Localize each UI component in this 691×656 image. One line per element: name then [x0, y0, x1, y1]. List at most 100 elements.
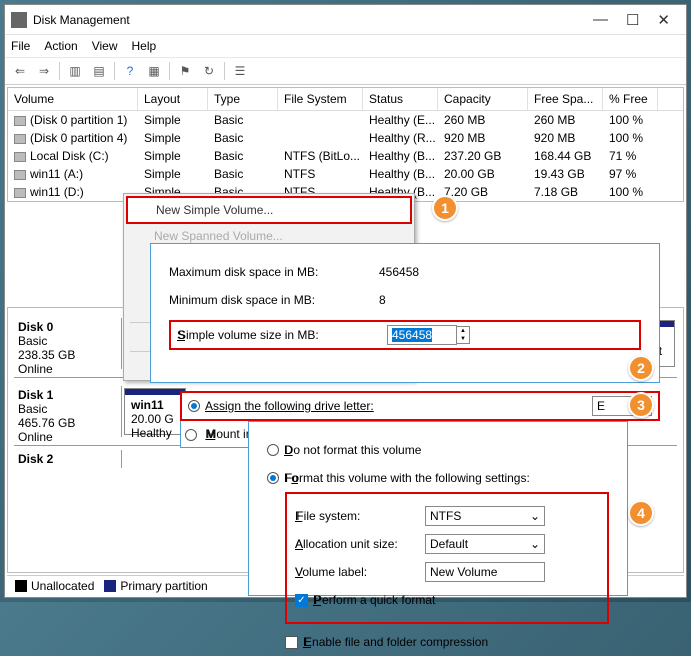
app-icon — [11, 12, 27, 28]
menu-new-simple-volume[interactable]: New Simple Volume... — [126, 196, 412, 224]
menu-help[interactable]: Help — [132, 39, 157, 53]
volume-size-stepper[interactable]: ▲▼ — [456, 326, 470, 344]
disk-name: Disk 0 — [18, 320, 117, 334]
volume-size-input[interactable]: 456458 — [392, 328, 432, 342]
disk-size: 238.35 GB — [18, 348, 117, 362]
volume-size-label: SSimple volume size in MB: — [177, 328, 387, 342]
cell-fs — [278, 119, 363, 121]
view-top-icon[interactable]: ▥ — [64, 60, 86, 82]
cell-fs — [278, 137, 363, 139]
disk-state: Online — [18, 362, 117, 376]
quick-format-label: PPerform a quick format — [313, 593, 435, 607]
settings-icon[interactable]: ▦ — [143, 60, 165, 82]
partition-status: Healthy — [131, 426, 179, 440]
titlebar: Disk Management — ☐ ✕ — [5, 5, 686, 35]
volume-label-input[interactable]: New Volume — [425, 562, 545, 582]
chevron-down-icon[interactable]: ▼ — [457, 335, 469, 343]
legend-primary: Primary partition — [120, 579, 207, 593]
cell-status: Healthy (B... — [363, 166, 438, 182]
do-not-format-radio[interactable] — [267, 444, 279, 456]
volume-icon — [14, 152, 26, 162]
disk-type: Basic — [18, 402, 117, 416]
legend-unallocated-swatch — [15, 580, 27, 592]
step-badge-4: 4 — [628, 500, 654, 526]
forward-button[interactable]: ⇒ — [33, 60, 55, 82]
partition-label: win11 — [131, 398, 179, 412]
cell-pct: 100 % — [603, 112, 658, 128]
cell-free: 7.18 GB — [528, 184, 603, 200]
disk-size: 465.76 GB — [18, 416, 117, 430]
cell-layout: Simple — [138, 112, 208, 128]
cell-vol: win11 (A:) — [8, 166, 138, 182]
menu-file[interactable]: File — [11, 39, 30, 53]
cell-cap: 237.20 GB — [438, 148, 528, 164]
volume-icon — [14, 116, 26, 126]
cell-pct: 97 % — [603, 166, 658, 182]
col-free[interactable]: Free Spa... — [528, 88, 603, 110]
mount-radio[interactable] — [185, 429, 197, 441]
compression-label: EEnable file and folder compression — [303, 635, 488, 649]
volume-icon — [14, 188, 26, 198]
toolbar: ⇐ ⇒ ▥ ▤ ? ▦ ⚑ ↻ ☰ — [5, 57, 686, 85]
menu-action[interactable]: Action — [44, 39, 77, 53]
do-not-format-label: DDo not format this volume — [284, 443, 421, 457]
minimize-button[interactable]: — — [593, 11, 608, 29]
cell-cap: 920 MB — [438, 130, 528, 146]
list-icon[interactable]: ☰ — [229, 60, 251, 82]
cell-pct: 100 % — [603, 130, 658, 146]
cell-free: 260 MB — [528, 112, 603, 128]
volume-label-label: VVolume label: — [295, 565, 425, 579]
cell-fs: NTFS (BitLo... — [278, 148, 363, 164]
close-button[interactable]: ✕ — [657, 11, 670, 29]
disk-name: Disk 2 — [18, 452, 117, 466]
allocation-dropdown[interactable]: Default⌄ — [425, 534, 545, 554]
back-button[interactable]: ⇐ — [9, 60, 31, 82]
min-disk-label: Minimum disk space in MB: — [169, 293, 379, 307]
col-volume[interactable]: Volume — [8, 88, 138, 110]
assign-letter-radio[interactable] — [188, 400, 200, 412]
allocation-label: AAllocation unit size: — [295, 537, 425, 551]
cell-status: Healthy (E... — [363, 112, 438, 128]
cell-status: Healthy (B... — [363, 148, 438, 164]
table-row[interactable]: win11 (A:)SimpleBasicNTFSHealthy (B...20… — [8, 165, 683, 183]
volume-table: Volume Layout Type File System Status Ca… — [7, 87, 684, 202]
window-title: Disk Management — [33, 13, 593, 27]
maximize-button[interactable]: ☐ — [626, 11, 639, 29]
table-row[interactable]: (Disk 0 partition 4)SimpleBasicHealthy (… — [8, 129, 683, 147]
cell-layout: Simple — [138, 130, 208, 146]
table-row[interactable]: Local Disk (C:)SimpleBasicNTFS (BitLo...… — [8, 147, 683, 165]
cell-vol: (Disk 0 partition 1) — [8, 112, 138, 128]
disk-type: Basic — [18, 334, 117, 348]
cell-vol: win11 (D:) — [8, 184, 138, 200]
chevron-down-icon: ⌄ — [530, 509, 540, 523]
col-type[interactable]: Type — [208, 88, 278, 110]
menu-view[interactable]: View — [92, 39, 118, 53]
table-row[interactable]: (Disk 0 partition 1)SimpleBasicHealthy (… — [8, 111, 683, 129]
step-badge-2: 2 — [628, 355, 654, 381]
help-icon[interactable]: ? — [119, 60, 141, 82]
chevron-up-icon[interactable]: ▲ — [457, 327, 469, 335]
max-disk-label: Maximum disk space in MB: — [169, 265, 379, 279]
format-label: FoFormat this volume with the following … — [284, 471, 530, 485]
volume-size-panel: Maximum disk space in MB: 456458 Minimum… — [150, 243, 660, 383]
compression-checkbox[interactable] — [285, 636, 298, 649]
quick-format-checkbox[interactable]: ✓ — [295, 594, 308, 607]
action-icon[interactable]: ⚑ — [174, 60, 196, 82]
view-bottom-icon[interactable]: ▤ — [88, 60, 110, 82]
filesystem-dropdown[interactable]: NTFS⌄ — [425, 506, 545, 526]
col-capacity[interactable]: Capacity — [438, 88, 528, 110]
col-filesystem[interactable]: File System — [278, 88, 363, 110]
format-radio[interactable] — [267, 472, 279, 484]
min-disk-value: 8 — [379, 293, 469, 307]
disk-state: Online — [18, 430, 117, 444]
cell-type: Basic — [208, 148, 278, 164]
cell-layout: Simple — [138, 148, 208, 164]
col-pctfree[interactable]: % Free — [603, 88, 658, 110]
cell-free: 168.44 GB — [528, 148, 603, 164]
legend-primary-swatch — [104, 580, 116, 592]
col-layout[interactable]: Layout — [138, 88, 208, 110]
format-panel: DDo not format this volume FoFormat this… — [248, 421, 628, 596]
refresh-icon[interactable]: ↻ — [198, 60, 220, 82]
col-status[interactable]: Status — [363, 88, 438, 110]
cell-type: Basic — [208, 166, 278, 182]
